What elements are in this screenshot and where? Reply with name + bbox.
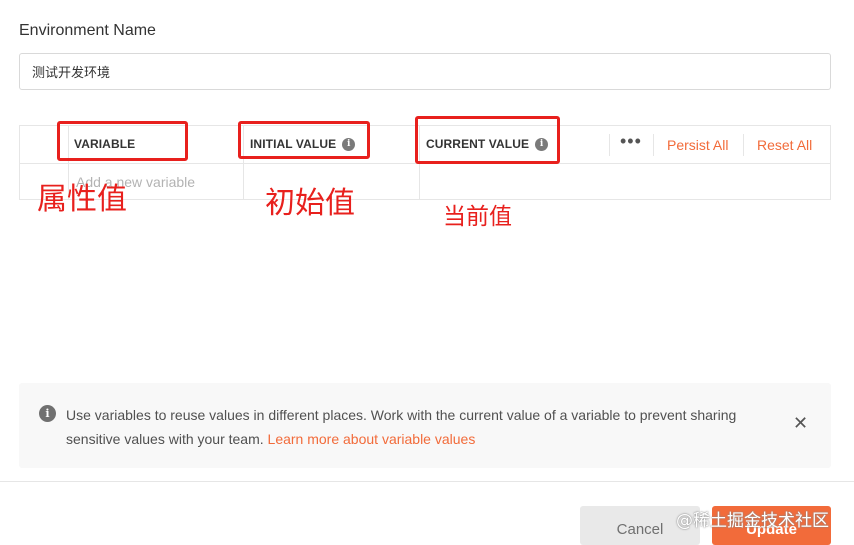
header-divider	[653, 134, 654, 156]
variable-annotation-box	[57, 121, 188, 161]
info-icon: i	[39, 405, 56, 422]
variable-annotation-text: 属性值	[37, 182, 127, 217]
watermark-text: @稀土掘金技术社区	[676, 511, 829, 531]
reset-all-button[interactable]: Reset All	[757, 137, 812, 153]
environment-name-label: Environment Name	[19, 22, 156, 39]
learn-more-link[interactable]: Learn more about variable values	[268, 431, 476, 447]
header-divider	[609, 134, 610, 156]
footer-divider	[0, 481, 854, 482]
close-icon[interactable]: ✕	[793, 413, 808, 433]
info-banner-text: Use variables to reuse values in differe…	[66, 403, 766, 451]
current-value-annotation-box	[415, 116, 560, 164]
current-value-annotation-text: 当前值	[443, 204, 512, 230]
initial-value-annotation-box	[238, 121, 370, 159]
more-options-icon[interactable]: •••	[620, 131, 642, 152]
persist-all-button[interactable]: Persist All	[667, 137, 728, 153]
info-banner: i Use variables to reuse values in diffe…	[19, 383, 831, 468]
environment-name-input[interactable]: 测试开发环境	[19, 53, 831, 90]
initial-value-annotation-text: 初始值	[265, 186, 355, 221]
header-divider	[743, 134, 744, 156]
